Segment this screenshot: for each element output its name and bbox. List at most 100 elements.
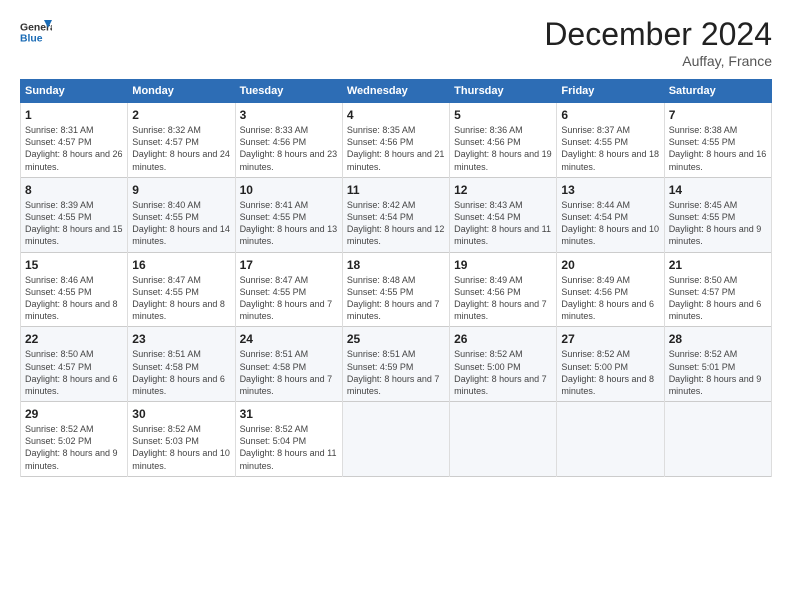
sunrise-text: Sunrise: 8:50 AM [25,348,123,360]
sunset-text: Sunset: 4:55 PM [669,211,767,223]
calendar-week-1: 1Sunrise: 8:31 AMSunset: 4:57 PMDaylight… [21,103,772,178]
day-number: 27 [561,331,659,347]
sunset-text: Sunset: 5:03 PM [132,435,230,447]
calendar-cell: 19Sunrise: 8:49 AMSunset: 4:56 PMDayligh… [450,252,557,327]
calendar-cell: 3Sunrise: 8:33 AMSunset: 4:56 PMDaylight… [235,103,342,178]
sunrise-text: Sunrise: 8:33 AM [240,124,338,136]
day-number: 17 [240,257,338,273]
day-number: 6 [561,107,659,123]
sunset-text: Sunset: 4:56 PM [347,136,445,148]
calendar-cell: 16Sunrise: 8:47 AMSunset: 4:55 PMDayligh… [128,252,235,327]
day-header-thursday: Thursday [450,80,557,103]
day-header-wednesday: Wednesday [342,80,449,103]
sunset-text: Sunset: 4:55 PM [347,286,445,298]
calendar-cell [450,402,557,477]
month-title: December 2024 [544,16,772,53]
sunrise-text: Sunrise: 8:48 AM [347,274,445,286]
sunset-text: Sunset: 4:55 PM [25,286,123,298]
daylight-text: Daylight: 8 hours and 11 minutes. [454,223,552,247]
title-area: December 2024 Auffay, France [544,16,772,69]
day-number: 9 [132,182,230,198]
sunset-text: Sunset: 4:55 PM [25,211,123,223]
calendar-cell: 20Sunrise: 8:49 AMSunset: 4:56 PMDayligh… [557,252,664,327]
sunrise-text: Sunrise: 8:47 AM [240,274,338,286]
daylight-text: Daylight: 8 hours and 16 minutes. [669,148,767,172]
day-number: 22 [25,331,123,347]
sunset-text: Sunset: 4:54 PM [454,211,552,223]
sunrise-text: Sunrise: 8:42 AM [347,199,445,211]
calendar-cell: 6Sunrise: 8:37 AMSunset: 4:55 PMDaylight… [557,103,664,178]
sunset-text: Sunset: 4:55 PM [132,286,230,298]
sunset-text: Sunset: 4:54 PM [561,211,659,223]
day-header-tuesday: Tuesday [235,80,342,103]
daylight-text: Daylight: 8 hours and 9 minutes. [25,447,123,471]
sunrise-text: Sunrise: 8:35 AM [347,124,445,136]
day-number: 20 [561,257,659,273]
calendar-cell: 4Sunrise: 8:35 AMSunset: 4:56 PMDaylight… [342,103,449,178]
calendar-cell: 2Sunrise: 8:32 AMSunset: 4:57 PMDaylight… [128,103,235,178]
sunset-text: Sunset: 5:00 PM [454,361,552,373]
day-number: 5 [454,107,552,123]
daylight-text: Daylight: 8 hours and 9 minutes. [669,223,767,247]
sunrise-text: Sunrise: 8:40 AM [132,199,230,211]
daylight-text: Daylight: 8 hours and 26 minutes. [25,148,123,172]
calendar-cell: 31Sunrise: 8:52 AMSunset: 5:04 PMDayligh… [235,402,342,477]
daylight-text: Daylight: 8 hours and 19 minutes. [454,148,552,172]
sunrise-text: Sunrise: 8:43 AM [454,199,552,211]
sunrise-text: Sunrise: 8:52 AM [454,348,552,360]
daylight-text: Daylight: 8 hours and 18 minutes. [561,148,659,172]
day-number: 16 [132,257,230,273]
day-number: 30 [132,406,230,422]
sunset-text: Sunset: 4:56 PM [454,136,552,148]
sunrise-text: Sunrise: 8:41 AM [240,199,338,211]
daylight-text: Daylight: 8 hours and 13 minutes. [240,223,338,247]
day-number: 10 [240,182,338,198]
daylight-text: Daylight: 8 hours and 8 minutes. [25,298,123,322]
day-number: 26 [454,331,552,347]
day-number: 3 [240,107,338,123]
sunrise-text: Sunrise: 8:45 AM [669,199,767,211]
daylight-text: Daylight: 8 hours and 6 minutes. [132,373,230,397]
sunrise-text: Sunrise: 8:32 AM [132,124,230,136]
day-number: 8 [25,182,123,198]
day-number: 15 [25,257,123,273]
sunrise-text: Sunrise: 8:51 AM [347,348,445,360]
day-number: 1 [25,107,123,123]
calendar-cell [664,402,771,477]
day-header-monday: Monday [128,80,235,103]
daylight-text: Daylight: 8 hours and 10 minutes. [132,447,230,471]
day-number: 14 [669,182,767,198]
sunrise-text: Sunrise: 8:46 AM [25,274,123,286]
calendar-cell: 14Sunrise: 8:45 AMSunset: 4:55 PMDayligh… [664,177,771,252]
day-header-friday: Friday [557,80,664,103]
calendar-cell: 23Sunrise: 8:51 AMSunset: 4:58 PMDayligh… [128,327,235,402]
day-number: 24 [240,331,338,347]
daylight-text: Daylight: 8 hours and 6 minutes. [669,298,767,322]
calendar-cell [557,402,664,477]
calendar-cell: 17Sunrise: 8:47 AMSunset: 4:55 PMDayligh… [235,252,342,327]
daylight-text: Daylight: 8 hours and 7 minutes. [454,373,552,397]
sunset-text: Sunset: 4:55 PM [132,211,230,223]
sunset-text: Sunset: 4:56 PM [240,136,338,148]
day-number: 21 [669,257,767,273]
sunset-text: Sunset: 4:57 PM [669,286,767,298]
sunset-text: Sunset: 5:00 PM [561,361,659,373]
daylight-text: Daylight: 8 hours and 7 minutes. [347,373,445,397]
calendar-cell: 7Sunrise: 8:38 AMSunset: 4:55 PMDaylight… [664,103,771,178]
calendar-cell [342,402,449,477]
calendar-cell: 25Sunrise: 8:51 AMSunset: 4:59 PMDayligh… [342,327,449,402]
sunrise-text: Sunrise: 8:39 AM [25,199,123,211]
sunrise-text: Sunrise: 8:52 AM [669,348,767,360]
sunrise-text: Sunrise: 8:36 AM [454,124,552,136]
sunrise-text: Sunrise: 8:52 AM [132,423,230,435]
calendar-week-2: 8Sunrise: 8:39 AMSunset: 4:55 PMDaylight… [21,177,772,252]
calendar-cell: 22Sunrise: 8:50 AMSunset: 4:57 PMDayligh… [21,327,128,402]
day-header-sunday: Sunday [21,80,128,103]
day-number: 7 [669,107,767,123]
page: General Blue December 2024 Auffay, Franc… [0,0,792,487]
day-number: 31 [240,406,338,422]
sunset-text: Sunset: 4:57 PM [25,361,123,373]
day-number: 19 [454,257,552,273]
calendar-cell: 1Sunrise: 8:31 AMSunset: 4:57 PMDaylight… [21,103,128,178]
logo-icon: General Blue [20,16,52,48]
